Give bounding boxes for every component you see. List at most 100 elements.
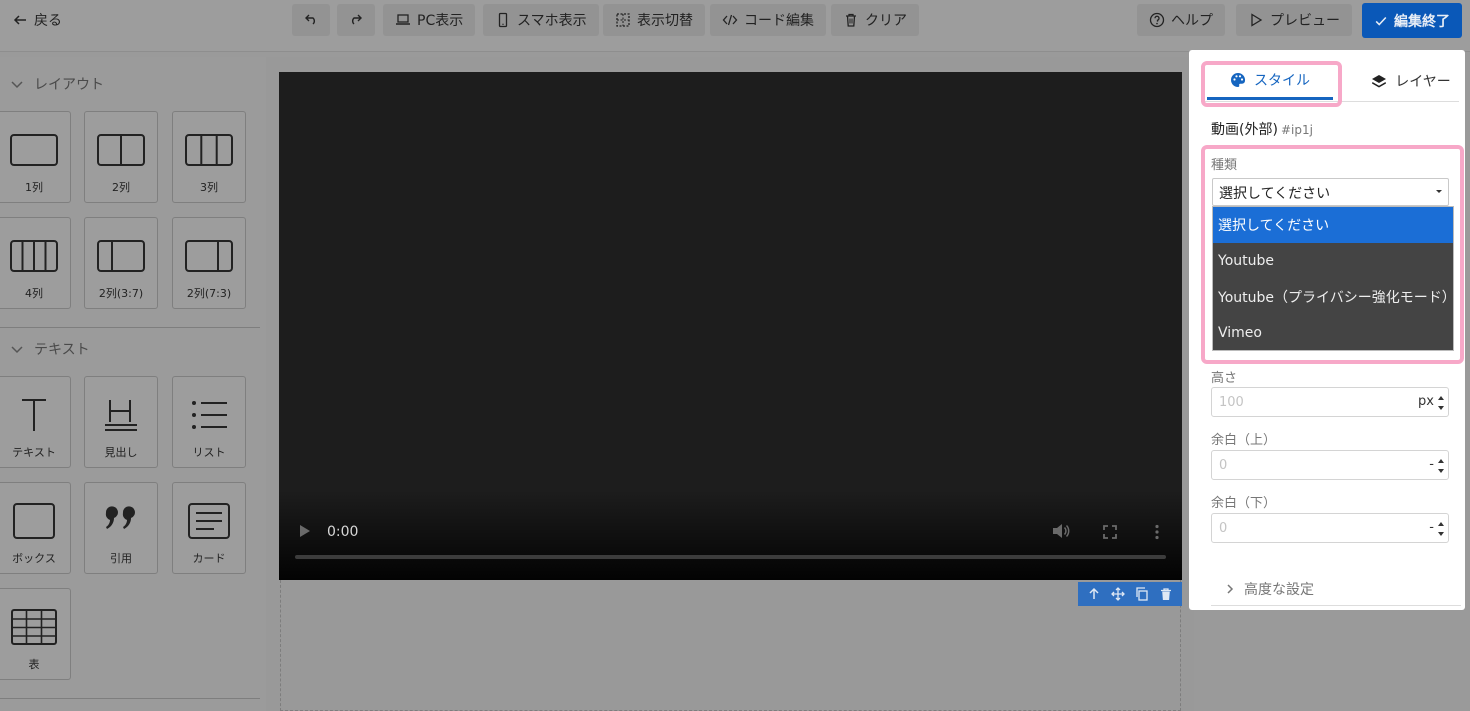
block-heading[interactable]: 見出し bbox=[84, 376, 158, 468]
block-text[interactable]: テキスト bbox=[0, 376, 71, 468]
block-label: テキスト bbox=[12, 446, 56, 459]
video-controls-gradient bbox=[279, 490, 1182, 580]
selected-element-outline bbox=[280, 580, 1181, 711]
block-label: 表 bbox=[28, 658, 40, 671]
fullscreen-icon[interactable] bbox=[1103, 525, 1117, 539]
block-2-column-3-7[interactable]: 2列(3:7) bbox=[84, 217, 158, 309]
block-label: 2列(7:3) bbox=[186, 287, 232, 300]
block-table[interactable]: 表 bbox=[0, 588, 71, 680]
block-2-column[interactable]: 2列 bbox=[84, 111, 158, 203]
undo-button[interactable] bbox=[292, 4, 330, 36]
height-input[interactable]: 100 px bbox=[1211, 387, 1449, 417]
preview-button[interactable]: プレビュー bbox=[1236, 4, 1352, 36]
layers-icon bbox=[1372, 75, 1387, 88]
section-divider bbox=[0, 327, 260, 328]
tab-layer[interactable]: レイヤー bbox=[1351, 62, 1470, 100]
play-icon bbox=[1251, 13, 1263, 27]
type-dropdown-list: 選択してください Youtube Youtube（プライバシー強化モード） Vi… bbox=[1212, 206, 1456, 351]
video-player[interactable]: 0:00 bbox=[279, 72, 1182, 580]
dropdown-option[interactable]: Youtube bbox=[1213, 243, 1453, 279]
arrow-up-icon[interactable] bbox=[1087, 587, 1101, 601]
type-select[interactable]: 選択してください bbox=[1212, 178, 1449, 206]
volume-icon[interactable] bbox=[1052, 523, 1070, 539]
margin-top-placeholder: 0 bbox=[1219, 458, 1228, 473]
element-toolbar bbox=[1078, 582, 1182, 606]
chevron-right-icon bbox=[1227, 584, 1234, 594]
smartphone-view-button[interactable]: スマホ表示 bbox=[483, 4, 599, 36]
list-icon bbox=[192, 401, 227, 429]
margin-top-input[interactable]: 0 - bbox=[1211, 450, 1449, 480]
dashed-square-icon bbox=[616, 13, 630, 27]
table-icon bbox=[11, 609, 57, 645]
block-box[interactable]: ボックス bbox=[0, 482, 71, 574]
preview-label: プレビュー bbox=[1270, 13, 1340, 29]
dropdown-option[interactable]: Youtube（プライバシー強化モード） bbox=[1213, 279, 1456, 315]
spinner-icon[interactable] bbox=[1438, 396, 1444, 410]
margin-bottom-input[interactable]: 0 - bbox=[1211, 513, 1449, 543]
height-placeholder: 100 bbox=[1219, 395, 1244, 410]
code-icon bbox=[722, 14, 738, 26]
copy-icon[interactable] bbox=[1135, 587, 1149, 601]
top-toolbar: 戻る PC表示 スマホ表示 表示切替 コード編集 クリア ヘルプ プレビュー 編… bbox=[0, 0, 1470, 52]
smartphone-view-label: スマホ表示 bbox=[517, 13, 587, 29]
box-icon bbox=[13, 503, 55, 539]
back-button[interactable]: 戻る bbox=[0, 4, 74, 36]
heading-icon bbox=[105, 400, 137, 431]
type-select-value: 選択してください bbox=[1219, 186, 1331, 202]
dropdown-option[interactable]: 選択してください bbox=[1213, 207, 1453, 243]
clear-label: クリア bbox=[865, 13, 907, 29]
trash-icon[interactable] bbox=[1159, 587, 1173, 601]
undo-icon bbox=[305, 14, 315, 25]
trash-icon bbox=[846, 13, 856, 27]
caret-down-icon bbox=[1436, 190, 1442, 193]
block-4-column[interactable]: 4列 bbox=[0, 217, 71, 309]
layout-section-header[interactable]: レイアウト bbox=[10, 74, 104, 94]
more-options-icon[interactable] bbox=[1155, 524, 1159, 540]
text-t-icon bbox=[22, 399, 46, 431]
advanced-settings-label: 高度な設定 bbox=[1244, 582, 1314, 598]
toggle-view-button[interactable]: 表示切替 bbox=[603, 4, 705, 36]
clear-button[interactable]: クリア bbox=[831, 4, 919, 36]
spinner-icon[interactable] bbox=[1438, 459, 1444, 473]
block-2-column-7-3[interactable]: 2列(7:3) bbox=[172, 217, 246, 309]
block-1-column[interactable]: 1列 bbox=[0, 111, 71, 203]
height-label: 高さ bbox=[1211, 371, 1238, 386]
video-progress-bar[interactable] bbox=[295, 555, 1166, 559]
section-divider bbox=[1211, 605, 1461, 606]
block-3-column[interactable]: 3列 bbox=[172, 111, 246, 203]
block-card[interactable]: カード bbox=[172, 482, 246, 574]
redo-button[interactable] bbox=[337, 4, 375, 36]
code-edit-button[interactable]: コード編集 bbox=[710, 4, 826, 36]
component-id: #ip1j bbox=[1280, 123, 1313, 137]
block-label: リスト bbox=[192, 446, 226, 459]
pc-view-button[interactable]: PC表示 bbox=[383, 4, 476, 36]
dropdown-option[interactable]: Vimeo bbox=[1213, 315, 1453, 351]
check-icon bbox=[1375, 16, 1387, 26]
move-icon[interactable] bbox=[1111, 587, 1125, 601]
video-time: 0:00 bbox=[327, 524, 359, 540]
margin-top-label: 余白（上） bbox=[1211, 433, 1277, 448]
play-icon[interactable] bbox=[299, 524, 311, 538]
toggle-view-label: 表示切替 bbox=[637, 13, 693, 29]
chevron-down-icon bbox=[11, 81, 23, 89]
pc-view-label: PC表示 bbox=[417, 13, 464, 29]
tab-layer-label: レイヤー bbox=[1395, 74, 1451, 90]
text-section-header[interactable]: テキスト bbox=[10, 339, 90, 359]
smartphone-icon bbox=[498, 12, 508, 28]
finish-edit-button[interactable]: 編集終了 bbox=[1362, 3, 1462, 38]
section-divider bbox=[0, 698, 260, 699]
margin-top-unit: - bbox=[1429, 457, 1434, 472]
advanced-settings-toggle[interactable]: 高度な設定 bbox=[1224, 579, 1314, 599]
margin-bottom-placeholder: 0 bbox=[1219, 521, 1228, 536]
two-column-3-7-icon bbox=[97, 240, 145, 272]
block-list[interactable]: リスト bbox=[172, 376, 246, 468]
component-title: 動画(外部) #ip1j bbox=[1211, 119, 1313, 139]
help-button[interactable]: ヘルプ bbox=[1137, 4, 1225, 36]
margin-bottom-label: 余白（下） bbox=[1211, 496, 1277, 511]
block-label: 2列 bbox=[112, 181, 130, 194]
spinner-icon[interactable] bbox=[1438, 522, 1444, 536]
block-label: 2列(3:7) bbox=[98, 287, 144, 300]
block-quote[interactable]: 引用 bbox=[84, 482, 158, 574]
help-icon bbox=[1149, 12, 1165, 28]
laptop-icon bbox=[396, 14, 410, 25]
